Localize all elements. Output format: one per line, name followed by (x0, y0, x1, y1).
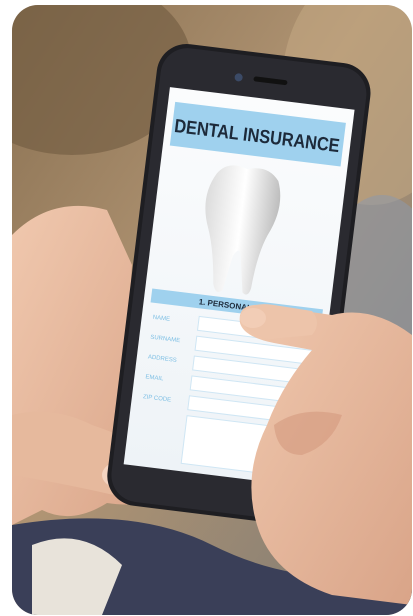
photo-frame: DENTAL INSURANCE 1. PERSONAL DATA NAME S… (12, 5, 412, 615)
fingertip (240, 308, 266, 328)
dental-app-photo: DENTAL INSURANCE 1. PERSONAL DATA NAME S… (12, 5, 412, 615)
